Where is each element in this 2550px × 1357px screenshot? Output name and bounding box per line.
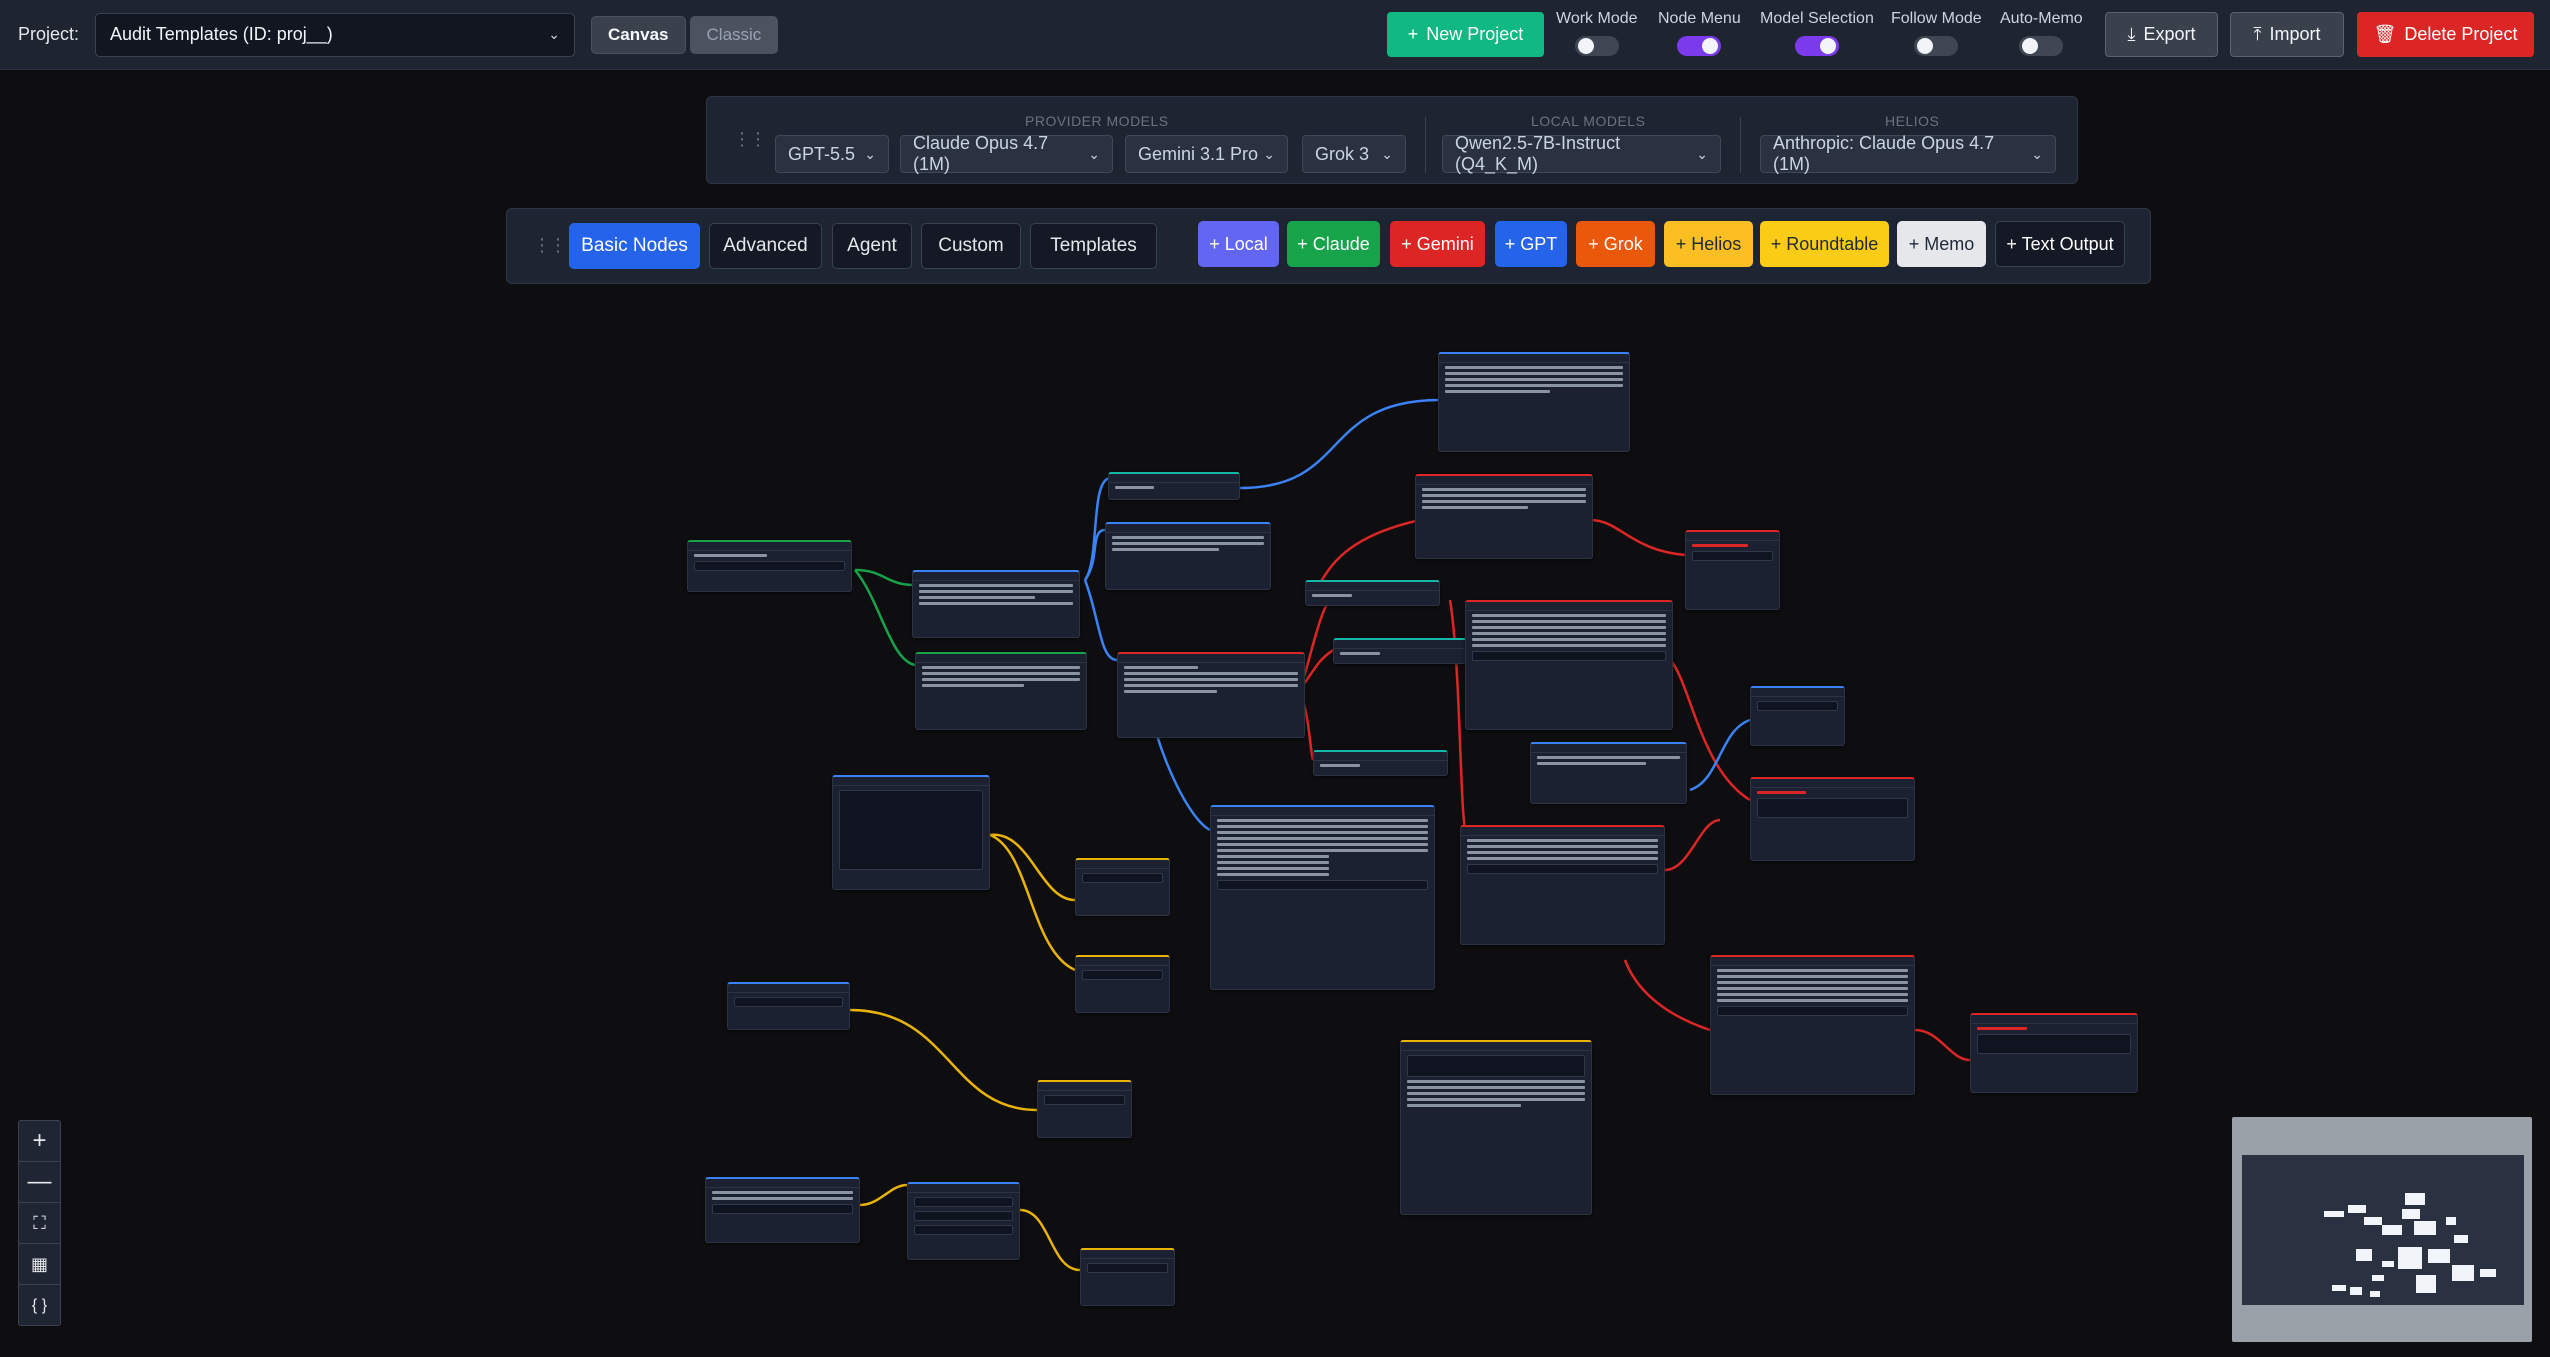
chat-with-claude-node[interactable] — [1750, 686, 1845, 746]
gpt-response-node[interactable] — [1105, 522, 1271, 590]
tool-node[interactable] — [1108, 472, 1240, 500]
gemini-final-node[interactable] — [1710, 955, 1915, 1095]
text-output-node[interactable] — [1750, 777, 1915, 861]
claude-helios-node[interactable] — [1080, 1248, 1175, 1306]
edge — [1689, 718, 1751, 792]
fit-view-icon[interactable]: ⛶ — [19, 1203, 60, 1244]
edge — [849, 1008, 1038, 1112]
gemini-output-node[interactable] — [1460, 825, 1665, 945]
edge — [1083, 579, 1118, 662]
edge — [1448, 599, 1467, 831]
edge — [1914, 1028, 1971, 1062]
text-profile-node[interactable] — [907, 1182, 1020, 1260]
claude-helios-node[interactable] — [1075, 858, 1170, 916]
canvas-controls: + — ⛶ ▦ { } — [18, 1120, 61, 1326]
text-output-node[interactable] — [1685, 530, 1780, 610]
gpt-main-node[interactable] — [1210, 805, 1435, 990]
context-block-node[interactable] — [727, 982, 850, 1030]
tool-node[interactable] — [1333, 638, 1468, 664]
gemini-response-node[interactable] — [1415, 474, 1593, 559]
app-root: Project: Audit Templates (ID: proj__) ⌄ … — [0, 0, 2550, 1357]
edge — [1623, 959, 1711, 1032]
zoom-in-icon[interactable]: + — [19, 1121, 60, 1162]
gpt-output-node[interactable] — [1438, 352, 1630, 452]
zoom-out-icon[interactable]: — — [19, 1162, 60, 1203]
send-to-gemini-node[interactable] — [1117, 652, 1305, 738]
grid-icon[interactable]: ▦ — [19, 1244, 60, 1285]
claude-helios-node[interactable] — [1037, 1080, 1132, 1138]
send-to-gpt-node[interactable] — [912, 570, 1080, 638]
edge — [859, 1183, 908, 1207]
edge — [1019, 1208, 1081, 1272]
minimap[interactable] — [2232, 1117, 2532, 1342]
gpt-helios-node[interactable] — [1075, 955, 1170, 1013]
edge — [1589, 518, 1686, 557]
edge — [1239, 398, 1441, 490]
tool-node[interactable] — [1305, 580, 1440, 606]
template-node[interactable] — [832, 775, 990, 890]
tool-node[interactable] — [1313, 750, 1448, 776]
minimap-viewport — [2242, 1155, 2524, 1305]
orchestrator-roundtable-node[interactable] — [1400, 1040, 1592, 1215]
context-profile-node[interactable] — [705, 1177, 860, 1243]
edge — [1664, 818, 1721, 872]
send-to-claude-node[interactable] — [687, 540, 852, 592]
gemini-main-node[interactable] — [1465, 600, 1673, 730]
text-output-node[interactable] — [1970, 1013, 2138, 1093]
context-profile-node[interactable] — [1530, 742, 1687, 804]
claude-response-node[interactable] — [915, 652, 1087, 730]
code-icon[interactable]: { } — [19, 1285, 60, 1326]
edge — [989, 833, 1076, 972]
